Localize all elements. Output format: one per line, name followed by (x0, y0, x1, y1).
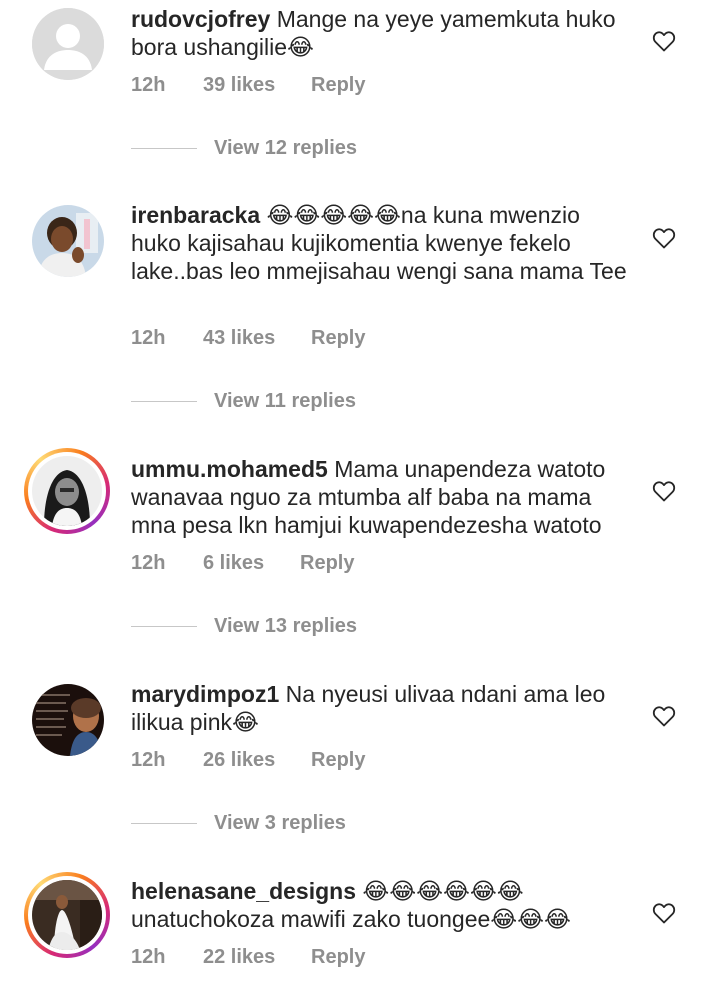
profile-photo-icon (32, 880, 102, 950)
view-replies-label[interactable]: View 3 replies (214, 812, 346, 835)
divider-line (131, 148, 197, 149)
avatar[interactable] (32, 8, 104, 80)
heart-outline-icon[interactable] (652, 30, 676, 52)
comment-meta: 12h 43 likes Reply (131, 327, 365, 350)
heart-outline-icon[interactable] (652, 705, 676, 727)
comment-text-block: helenasane_designs 😂😂😂😂😂😂 unatuchokoza m… (131, 877, 631, 933)
reply-button[interactable]: Reply (311, 327, 365, 350)
comment-likes[interactable]: 22 likes (203, 946, 311, 969)
comment-time: 12h (131, 74, 166, 96)
comment-username[interactable]: irenbaracka (131, 202, 260, 228)
avatar (32, 880, 102, 950)
comment-time: 12h (131, 946, 166, 968)
profile-photo-icon (32, 456, 102, 526)
profile-photo-icon (32, 205, 104, 277)
view-replies-label[interactable]: View 13 replies (214, 615, 357, 638)
comment-username[interactable]: marydimpoz1 (131, 681, 279, 707)
view-replies-button[interactable]: View 3 replies (131, 812, 371, 836)
reply-button[interactable]: Reply (311, 74, 365, 97)
comment-likes[interactable]: 39 likes (203, 74, 311, 97)
divider-line (131, 626, 197, 627)
avatar-story-ring[interactable] (24, 448, 110, 534)
view-replies-button[interactable]: View 12 replies (131, 137, 371, 161)
heart-outline-icon[interactable] (652, 902, 676, 924)
default-avatar-icon (32, 8, 104, 80)
comment-username[interactable]: helenasane_designs (131, 878, 356, 904)
view-replies-button[interactable]: View 13 replies (131, 615, 371, 639)
heart-outline-icon[interactable] (652, 227, 676, 249)
reply-button[interactable]: Reply (311, 946, 365, 969)
comment-text-block: ummu.mohamed5 Mama unapendeza watoto wan… (131, 455, 631, 539)
comment-likes[interactable]: 6 likes (203, 552, 300, 575)
view-replies-label[interactable]: View 12 replies (214, 137, 357, 160)
view-replies-button[interactable]: View 11 replies (131, 390, 371, 414)
comment-time: 12h (131, 327, 166, 349)
comment-username[interactable]: ummu.mohamed5 (131, 456, 328, 482)
reply-button[interactable]: Reply (311, 749, 365, 772)
avatar[interactable] (32, 205, 104, 277)
comment-username[interactable]: rudovcjofrey (131, 6, 270, 32)
comment-text-block: marydimpoz1 Na nyeusi ulivaa ndani ama l… (131, 680, 631, 736)
comment-meta: 12h 26 likes Reply (131, 749, 365, 772)
avatar[interactable] (32, 684, 104, 756)
comment-likes[interactable]: 26 likes (203, 749, 311, 772)
comment-time: 12h (131, 552, 166, 574)
avatar-ring-gap (28, 876, 106, 954)
comment-text-block: rudovcjofrey Mange na yeye yamemkuta huk… (131, 5, 631, 61)
comment-likes[interactable]: 43 likes (203, 327, 311, 350)
divider-line (131, 823, 197, 824)
avatar-ring-gap (28, 452, 106, 530)
comment-meta: 12h 39 likes Reply (131, 74, 365, 97)
comment-text-block: irenbaracka 😂😂😂😂😂na kuna mwenzio huko ka… (131, 201, 631, 285)
view-replies-label[interactable]: View 11 replies (214, 390, 356, 413)
heart-outline-icon[interactable] (652, 480, 676, 502)
profile-photo-icon (32, 684, 104, 756)
comment-meta: 12h 22 likes Reply (131, 946, 365, 969)
avatar-story-ring[interactable] (24, 872, 110, 958)
comment-meta: 12h 6 likes Reply (131, 552, 354, 575)
reply-button[interactable]: Reply (300, 552, 354, 575)
avatar (32, 456, 102, 526)
comment-time: 12h (131, 749, 166, 771)
divider-line (131, 401, 197, 402)
